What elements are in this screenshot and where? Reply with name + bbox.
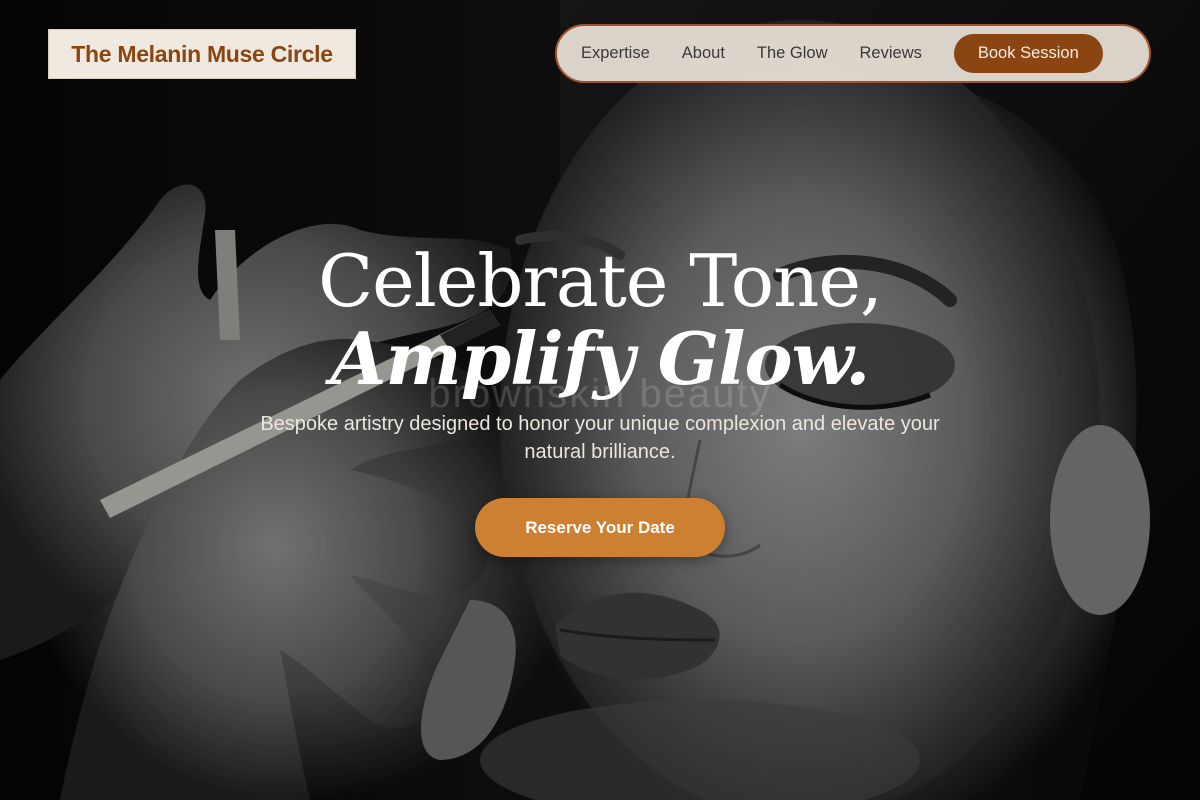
- headline-line-1: Celebrate Tone,: [318, 239, 883, 323]
- nav-link-the-glow[interactable]: The Glow: [757, 44, 828, 63]
- book-session-button[interactable]: Book Session: [953, 34, 1103, 73]
- brand-name: The Melanin Muse Circle: [71, 40, 333, 67]
- headline-line-2: Amplify Glow.: [330, 316, 871, 401]
- nav-link-reviews[interactable]: Reviews: [860, 44, 922, 63]
- reserve-date-button[interactable]: Reserve Your Date: [475, 498, 725, 557]
- main-nav: Expertise About The Glow Reviews Book Se…: [555, 24, 1151, 83]
- nav-link-expertise[interactable]: Expertise: [581, 44, 650, 63]
- nav-link-about[interactable]: About: [682, 44, 725, 63]
- hero-section: The Melanin Muse Circle Expertise About …: [0, 0, 1200, 800]
- brand-logo[interactable]: The Melanin Muse Circle: [48, 29, 356, 79]
- hero-headline: Celebrate Tone, Amplify Glow.: [0, 245, 1200, 395]
- hero-subheadline: Bespoke artistry designed to honor your …: [260, 413, 940, 463]
